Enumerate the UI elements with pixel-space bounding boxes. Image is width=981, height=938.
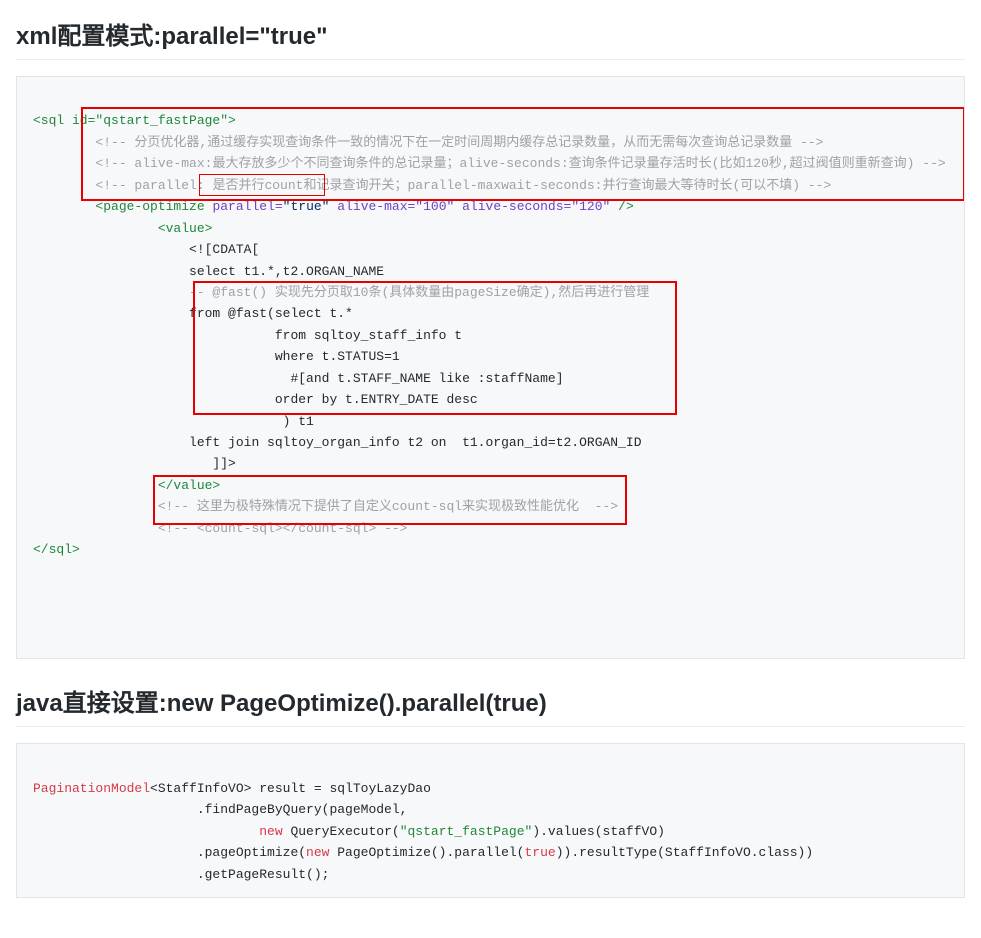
code-line: <sql id="qstart_fastPage"> <box>33 113 236 128</box>
code-line: </sql> <box>33 542 80 557</box>
heading-java-mode: java直接设置:new PageOptimize().parallel(tru… <box>16 683 965 727</box>
code-line: ]]> <box>33 456 236 471</box>
code-line: PaginationModel<StaffInfoVO> result = sq… <box>33 781 431 796</box>
code-line: from @fast(select t.* <box>33 306 353 321</box>
code-line: select t1.*,t2.ORGAN_NAME <box>33 264 384 279</box>
code-line: .getPageResult(); <box>33 867 329 882</box>
code-line: ) t1 <box>33 414 314 429</box>
code-line: </value> <box>33 478 220 493</box>
code-line: <!-- <count-sql></count-sql> --> <box>33 521 407 536</box>
code-line: <!-- alive-max:最大存放多少个不同查询条件的总记录量；alive-… <box>33 156 946 171</box>
code-line: <page-optimize parallel="true" alive-max… <box>33 199 634 214</box>
xml-code-block: <sql id="qstart_fastPage"> <!-- 分页优化器,通过… <box>16 76 965 659</box>
code-line: #[and t.STAFF_NAME like :staffName] <box>33 371 564 386</box>
code-line: <!-- 这里为极特殊情况下提供了自定义count-sql来实现极致性能优化 -… <box>33 499 618 514</box>
code-line: <!-- 分页优化器,通过缓存实现查询条件一致的情况下在一定时间周期内缓存总记录… <box>33 135 823 150</box>
code-line: left join sqltoy_organ_info t2 on t1.org… <box>33 435 642 450</box>
code-line: .pageOptimize(new PageOptimize().paralle… <box>33 845 813 860</box>
code-line: where t.STATUS=1 <box>33 349 400 364</box>
code-line: <![CDATA[ <box>33 242 259 257</box>
java-code-block: PaginationModel<StaffInfoVO> result = sq… <box>16 743 965 898</box>
code-line: order by t.ENTRY_DATE desc <box>33 392 478 407</box>
code-line: from sqltoy_staff_info t <box>33 328 462 343</box>
code-line: -- @fast() 实现先分页取10条(具体数量由pageSize确定),然后… <box>33 285 649 300</box>
heading-xml-mode: xml配置模式:parallel="true" <box>16 16 965 60</box>
code-line: <!-- parallel: 是否并行count和记录查询开关；parallel… <box>33 178 831 193</box>
code-line: <value> <box>33 221 212 236</box>
code-line: new QueryExecutor("qstart_fastPage").val… <box>33 824 665 839</box>
code-line: .findPageByQuery(pageModel, <box>33 802 407 817</box>
